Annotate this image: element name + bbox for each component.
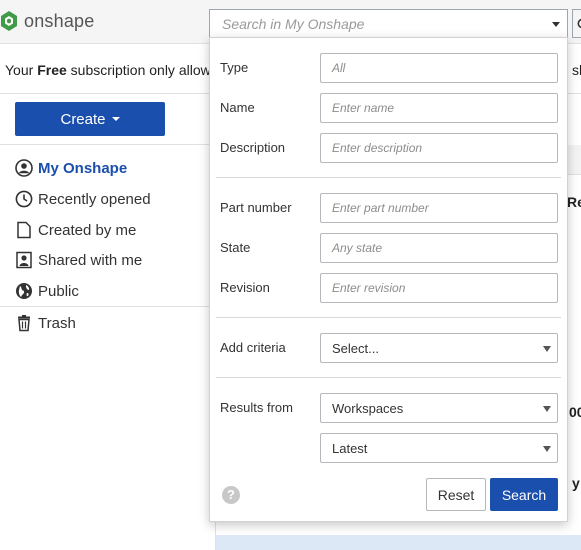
filter-row-name: Name Enter name	[220, 93, 560, 123]
document-thumbnail-row[interactable]	[216, 535, 581, 550]
select-arrow-icon	[543, 346, 551, 352]
add-criteria-label: Add criteria	[220, 340, 286, 355]
filter-row-type: Type All	[220, 53, 560, 83]
type-label: Type	[220, 60, 249, 75]
onshape-logo-icon	[1, 11, 17, 31]
reset-button[interactable]: Reset	[426, 478, 486, 511]
create-button[interactable]: Create	[15, 102, 165, 136]
filter-row-part-number: Part number Enter part number	[220, 193, 560, 223]
results-from-select[interactable]: Workspaces	[320, 393, 558, 423]
document-icon	[15, 221, 33, 239]
content-fragment: y	[572, 475, 580, 491]
revision-label: Revision	[220, 280, 270, 295]
sidebar-item-label: Recently opened	[38, 190, 151, 208]
sidebar-item-label: Trash	[38, 314, 76, 332]
filter-row-state: State Any state	[220, 233, 560, 263]
type-placeholder: All	[332, 61, 346, 75]
description-label: Description	[220, 140, 286, 155]
sidebar-item-public[interactable]: Public	[15, 282, 79, 300]
description-placeholder: Enter description	[332, 141, 423, 155]
banner-right-fragment: sl	[572, 62, 581, 78]
create-caret-icon	[111, 117, 120, 121]
content-fragment: Re	[567, 194, 581, 210]
sidebar-item-trash[interactable]: Trash	[15, 314, 76, 332]
search-submit-button[interactable]	[572, 9, 581, 38]
globe-icon	[15, 282, 33, 300]
onshape-logo[interactable]: onshape	[0, 10, 94, 32]
sidebar-divider	[0, 306, 215, 307]
version-select[interactable]: Latest	[320, 433, 558, 463]
filter-row-results-from: Results from Workspaces	[220, 393, 560, 423]
sidebar-divider	[0, 144, 215, 145]
banner-prefix: Your	[5, 62, 38, 78]
name-placeholder: Enter name	[332, 101, 395, 115]
user-circle-icon	[15, 159, 33, 177]
banner-suffix: subscription only allow	[66, 62, 211, 78]
trash-icon	[15, 314, 33, 332]
revision-placeholder: Enter revision	[332, 281, 406, 295]
select-arrow-icon	[543, 446, 551, 452]
filter-row-add-criteria: Add criteria Select...	[220, 333, 560, 363]
sidebar-item-created-by-me[interactable]: Created by me	[15, 221, 136, 239]
sidebar-item-recently-opened[interactable]: Recently opened	[15, 190, 151, 208]
filter-row-version: Latest	[220, 433, 560, 463]
panel-divider	[216, 177, 561, 178]
search-dropdown-caret-icon[interactable]	[552, 22, 560, 27]
name-field[interactable]: Enter name	[320, 93, 558, 123]
search-input[interactable]: Search in My Onshape	[209, 9, 568, 38]
shared-user-icon	[15, 251, 33, 269]
sidebar-item-label: Public	[38, 282, 79, 300]
filter-row-description: Description Enter description	[220, 133, 560, 163]
description-field[interactable]: Enter description	[320, 133, 558, 163]
type-field[interactable]: All	[320, 53, 558, 83]
name-label: Name	[220, 100, 255, 115]
banner-plan: Free	[37, 62, 67, 78]
sidebar-item-my-onshape[interactable]: My Onshape	[15, 159, 127, 177]
select-arrow-icon	[543, 406, 551, 412]
add-criteria-value: Select...	[332, 341, 379, 356]
state-label: State	[220, 240, 251, 255]
clock-icon	[15, 190, 33, 208]
results-from-value: Workspaces	[332, 401, 404, 416]
sidebar: Create My Onshape Recently opened Create…	[0, 95, 215, 550]
sidebar-item-shared-with-me[interactable]: Shared with me	[15, 251, 142, 269]
filter-row-revision: Revision Enter revision	[220, 273, 560, 303]
part-number-field[interactable]: Enter part number	[320, 193, 558, 223]
sidebar-item-label: Shared with me	[38, 251, 143, 269]
part-number-label: Part number	[220, 200, 292, 215]
banner-text: Your Free subscription only allow	[5, 62, 211, 78]
panel-divider	[216, 377, 561, 378]
search-button[interactable]: Search	[490, 478, 558, 511]
part-number-placeholder: Enter part number	[332, 201, 429, 215]
advanced-search-panel: Type All Name Enter name Description Ent…	[209, 37, 568, 522]
magnifier-icon	[577, 18, 581, 29]
version-value: Latest	[332, 441, 368, 456]
state-placeholder: Any state	[332, 241, 383, 255]
state-field[interactable]: Any state	[320, 233, 558, 263]
help-icon[interactable]: ?	[222, 486, 240, 504]
results-from-label: Results from	[220, 400, 293, 415]
sidebar-item-label: My Onshape	[38, 159, 128, 177]
panel-divider	[216, 317, 561, 318]
app-name: onshape	[24, 10, 95, 31]
add-criteria-select[interactable]: Select...	[320, 333, 558, 363]
sidebar-item-label: Created by me	[38, 221, 137, 239]
revision-field[interactable]: Enter revision	[320, 273, 558, 303]
search-placeholder: Search in My Onshape	[222, 16, 365, 32]
create-button-label: Create	[60, 110, 106, 128]
content-fragment: 00	[569, 404, 581, 420]
